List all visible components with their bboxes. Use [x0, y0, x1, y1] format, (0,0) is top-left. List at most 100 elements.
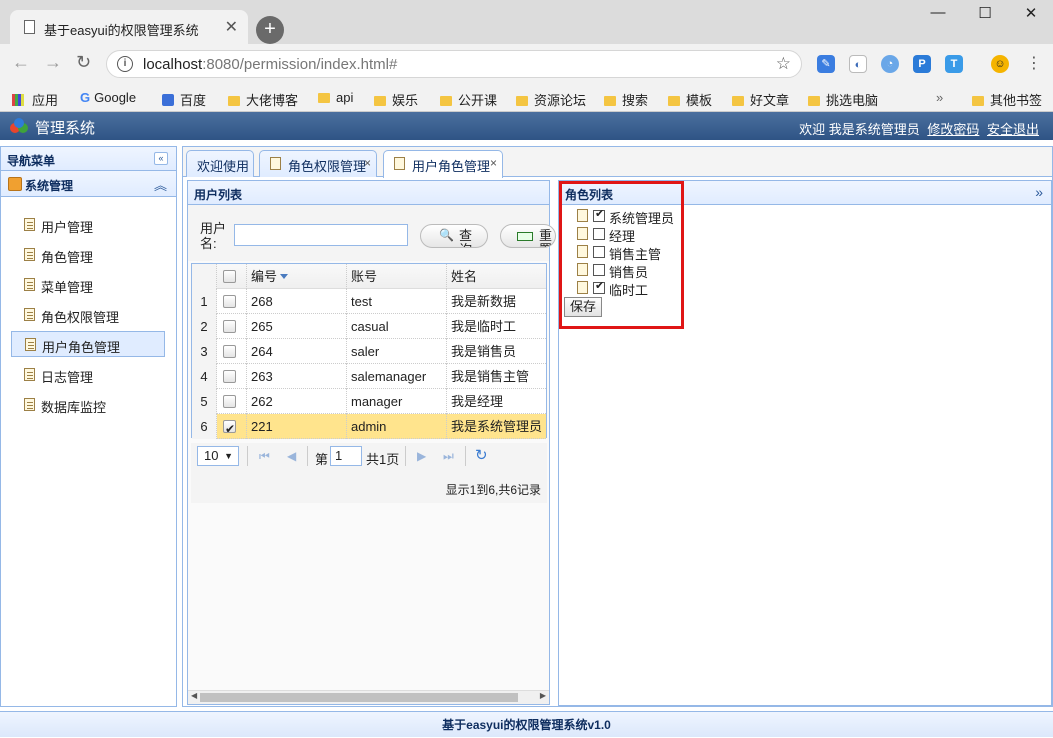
- extension-icon[interactable]: P: [913, 55, 931, 73]
- extension-icon[interactable]: ◐: [849, 55, 867, 73]
- extension-icon[interactable]: T: [945, 55, 963, 73]
- bookmark-folder[interactable]: 好文章: [732, 90, 789, 109]
- bookmark-folder[interactable]: 公开课: [440, 90, 497, 109]
- nav-item-role-permission[interactable]: 角色权限管理: [11, 302, 165, 328]
- profile-avatar-icon[interactable]: ☺: [991, 55, 1009, 73]
- bookmark-google[interactable]: G Google: [80, 90, 136, 105]
- page-icon: [577, 263, 588, 276]
- page-size-select[interactable]: 10 ▼: [197, 446, 239, 466]
- bookmark-folder[interactable]: 挑选电脑: [808, 90, 878, 109]
- horizontal-scrollbar[interactable]: ◀ ▶: [188, 690, 549, 704]
- page-prefix-label: 第: [315, 452, 329, 467]
- dropdown-arrow-icon: ▼: [224, 451, 233, 461]
- role-checkbox[interactable]: [593, 264, 605, 276]
- close-tab-icon[interactable]: ×: [490, 156, 497, 170]
- bookmark-other-folder[interactable]: 其他书签: [972, 90, 1042, 109]
- bookmark-folder[interactable]: 搜索: [604, 90, 648, 109]
- maximize-button[interactable]: ☐: [965, 4, 1005, 26]
- bookmark-folder[interactable]: api: [318, 90, 353, 105]
- close-tab-icon[interactable]: ×: [364, 156, 371, 170]
- bookmarks-overflow-icon[interactable]: »: [936, 90, 943, 105]
- next-page-icon[interactable]: ▶: [417, 449, 426, 463]
- prev-page-icon[interactable]: ◀: [287, 449, 296, 463]
- logout-link[interactable]: 安全退出: [987, 122, 1039, 137]
- page-number-input[interactable]: 1: [330, 446, 362, 466]
- reload-icon[interactable]: ↻: [76, 52, 91, 73]
- first-page-icon[interactable]: ⏮: [259, 449, 270, 464]
- nav-item-role-management[interactable]: 角色管理: [11, 242, 165, 268]
- menu-dots-icon[interactable]: ⋮: [1026, 53, 1042, 73]
- nav-item-menu-management[interactable]: 菜单管理: [11, 272, 165, 298]
- scroll-left-icon[interactable]: ◀: [191, 691, 197, 700]
- role-label: 经理: [609, 229, 636, 244]
- column-header-id[interactable]: 编号: [247, 264, 347, 289]
- extension-icon[interactable]: ✎: [817, 55, 835, 73]
- user-list-title: 用户列表: [194, 188, 243, 202]
- forward-icon[interactable]: →: [44, 52, 62, 73]
- collapse-icon[interactable]: «: [154, 152, 168, 165]
- bookmark-baidu[interactable]: 百度: [162, 90, 206, 109]
- last-page-icon[interactable]: ⏭: [443, 449, 454, 464]
- bookmark-folder[interactable]: 大佬博客: [228, 90, 298, 109]
- role-checkbox[interactable]: [593, 207, 605, 222]
- scrollbar-thumb[interactable]: [200, 693, 518, 702]
- column-header-name[interactable]: 姓名: [447, 264, 546, 289]
- browser-tab[interactable]: 基于easyui的权限管理系统 ✕: [10, 10, 248, 44]
- address-bar[interactable]: i localhost:8080/permission/index.html# …: [106, 50, 802, 78]
- baidu-icon: [162, 94, 174, 106]
- nav-item-log-management[interactable]: 日志管理: [11, 362, 165, 388]
- tab-role-permission[interactable]: 角色权限管理 ×: [259, 150, 377, 177]
- bookmark-folder[interactable]: 娱乐: [374, 90, 418, 109]
- page-icon: [24, 278, 35, 291]
- reset-button[interactable]: 重置: [500, 224, 556, 248]
- table-row[interactable]: 3 264 saler 我是销售员: [192, 339, 546, 364]
- back-icon[interactable]: ←: [12, 52, 30, 73]
- bookmark-folder[interactable]: 资源论坛: [516, 90, 586, 109]
- table-row[interactable]: 1 268 test 我是新数据: [192, 289, 546, 314]
- page-total-label: 共1页: [366, 452, 400, 467]
- cell-id: 265: [247, 314, 347, 339]
- username-search-input[interactable]: [234, 224, 408, 246]
- role-checkbox[interactable]: [593, 228, 605, 240]
- extension-icon[interactable]: ◔: [881, 55, 899, 73]
- minimize-button[interactable]: —: [918, 4, 958, 26]
- accordion-header-system[interactable]: 系统管理 ︽: [1, 171, 176, 197]
- bookmark-star-icon[interactable]: ☆: [776, 54, 791, 74]
- row-checkbox[interactable]: [223, 370, 236, 383]
- refresh-icon[interactable]: ↻: [475, 446, 488, 464]
- close-tab-icon[interactable]: ✕: [225, 17, 238, 37]
- info-icon[interactable]: i: [117, 56, 133, 72]
- new-tab-button[interactable]: +: [256, 16, 284, 44]
- bookmark-folder[interactable]: 模板: [668, 90, 712, 109]
- url-text[interactable]: localhost:8080/permission/index.html#: [143, 56, 397, 73]
- role-checkbox[interactable]: [593, 279, 605, 294]
- tab-welcome[interactable]: 欢迎使用: [186, 150, 254, 177]
- role-checkbox[interactable]: [593, 246, 605, 258]
- row-number: 5: [192, 389, 217, 414]
- row-checkbox[interactable]: [223, 345, 236, 358]
- table-row[interactable]: 5 262 manager 我是经理: [192, 389, 546, 414]
- table-row[interactable]: 4 263 salemanager 我是销售主管: [192, 364, 546, 389]
- query-button[interactable]: 🔍 查询: [420, 224, 488, 248]
- select-all-checkbox[interactable]: [223, 270, 236, 283]
- table-row[interactable]: 6 221admin 我是系统管理员: [192, 414, 546, 439]
- row-checkbox[interactable]: [223, 395, 236, 408]
- scroll-right-icon[interactable]: ▶: [540, 691, 546, 700]
- bookmark-apps[interactable]: 应用: [12, 90, 58, 109]
- expand-panel-icon[interactable]: »: [1035, 184, 1043, 200]
- save-button[interactable]: 保存: [564, 297, 602, 317]
- nav-item-database-monitor[interactable]: 数据库监控: [11, 392, 165, 418]
- tab-user-role[interactable]: 用户角色管理 ×: [383, 150, 503, 178]
- row-select-cell: [217, 289, 247, 314]
- chevron-up-icon[interactable]: ︽: [154, 175, 167, 194]
- row-checkbox[interactable]: [223, 320, 236, 333]
- table-row[interactable]: 2 265 casual 我是临时工: [192, 314, 546, 339]
- column-header-account[interactable]: 账号: [347, 264, 447, 289]
- nav-item-user-management[interactable]: 用户管理: [11, 212, 165, 238]
- window-close-button[interactable]: ✕: [1011, 4, 1051, 26]
- row-checkbox[interactable]: [223, 417, 236, 439]
- nav-item-user-role[interactable]: 用户角色管理: [11, 331, 165, 357]
- row-checkbox[interactable]: [223, 295, 236, 308]
- reset-icon: [517, 232, 533, 241]
- change-password-link[interactable]: 修改密码: [927, 122, 979, 137]
